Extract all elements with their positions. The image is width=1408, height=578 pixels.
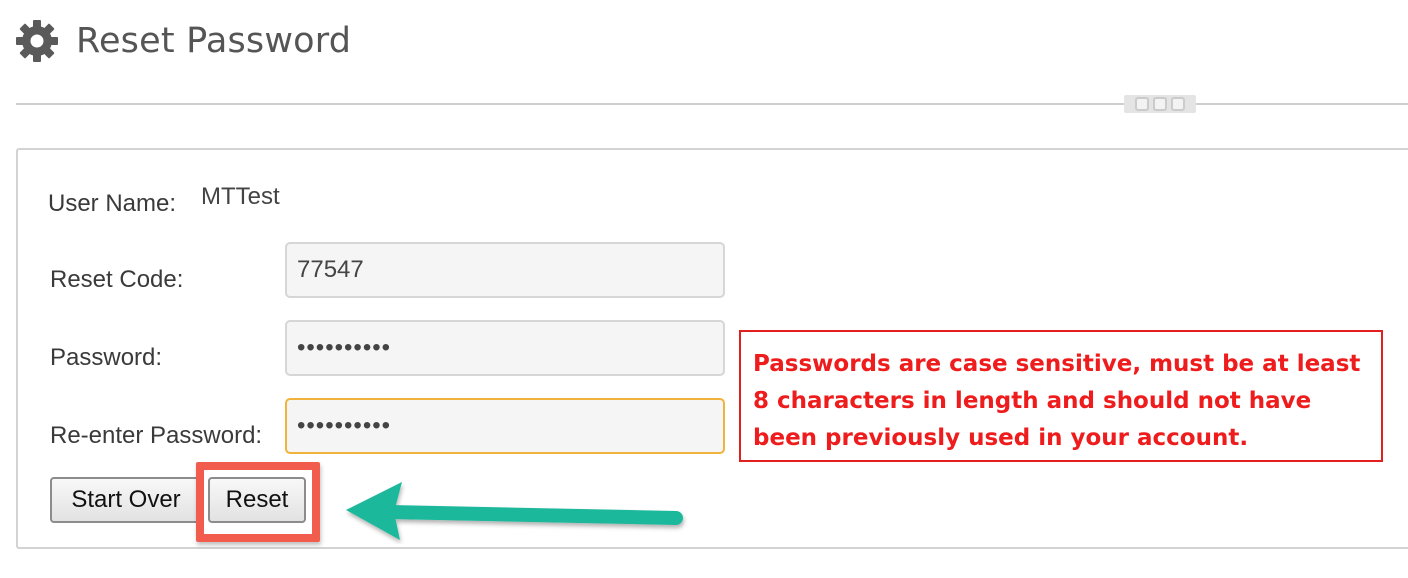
reenter-password-input[interactable] bbox=[285, 398, 725, 454]
gear-icon bbox=[16, 20, 58, 62]
password-input[interactable] bbox=[285, 320, 725, 376]
page-title: Reset Password bbox=[76, 21, 352, 61]
start-over-button[interactable]: Start Over bbox=[50, 477, 202, 523]
user-name-label: User Name: bbox=[48, 190, 177, 217]
user-name-value: MTTest bbox=[201, 183, 280, 210]
header-divider bbox=[16, 103, 1408, 105]
window-control-icon[interactable] bbox=[1153, 97, 1167, 111]
reset-code-label: Reset Code: bbox=[50, 266, 184, 293]
reenter-password-label: Re-enter Password: bbox=[50, 422, 263, 449]
password-requirements-notice: Passwords are case sensitive, must be at… bbox=[739, 330, 1383, 462]
panel-window-controls[interactable] bbox=[1124, 95, 1196, 113]
window-control-icon[interactable] bbox=[1135, 97, 1149, 111]
page-header: Reset Password bbox=[14, 16, 351, 66]
window-control-icon[interactable] bbox=[1171, 97, 1185, 111]
reset-highlight-annotation bbox=[196, 462, 320, 542]
pointer-arrow-icon bbox=[346, 482, 683, 540]
password-label: Password: bbox=[50, 344, 163, 371]
reset-code-input[interactable] bbox=[285, 242, 725, 298]
